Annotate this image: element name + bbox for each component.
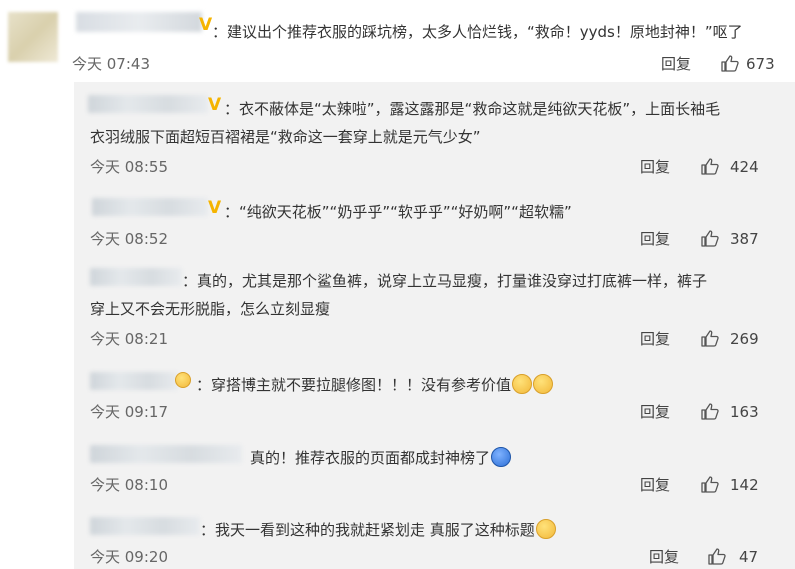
reply-button[interactable]: 回复 (640, 229, 670, 249)
reply-time: 今天 08:10 (90, 476, 168, 494)
username-blurred[interactable] (88, 95, 208, 113)
emoji-icon (512, 374, 533, 394)
reply-text: ：穿搭博主就不要拉腿修图！！！没有参考价值 (196, 376, 512, 394)
comment-time: 今天 07:43 (72, 55, 150, 73)
avatar[interactable] (8, 12, 58, 62)
reply-button[interactable]: 回复 (640, 157, 670, 177)
username-blurred[interactable] (90, 517, 200, 535)
reply-button[interactable]: 回复 (640, 402, 670, 422)
like-count: 269 (730, 330, 759, 348)
emoji-icon (175, 372, 191, 388)
username-blurred[interactable] (92, 198, 208, 216)
reply-text-line2: 衣羽绒服下面超短百褶裙是“救命这一套穿上就是元气少女” (90, 128, 481, 146)
reply-text-line1: ：真的，尤其是那个鲨鱼裤，说穿上立马显瘦，打量谁没穿过打底裤一样，裤子 (182, 272, 708, 290)
like-count: 142 (730, 476, 759, 494)
like-count: 47 (739, 548, 759, 566)
reply-time: 今天 08:21 (90, 330, 168, 348)
reply-text-line2: 穿上又不会无形脱脂，怎么立刻显瘦 (90, 300, 331, 318)
username-blurred[interactable] (90, 372, 178, 390)
like-count: 424 (730, 158, 759, 176)
thumbs-up-icon[interactable] (701, 476, 719, 493)
like-count: 673 (746, 55, 775, 73)
replies-panel: V ：衣不蔽体是“太辣啦”，露这露那是“救命这就是纯欲天花板”，上面长袖毛 衣羽… (74, 82, 795, 569)
reply-time: 今天 09:17 (90, 403, 168, 421)
thumbs-up-icon[interactable] (701, 403, 719, 420)
like-count: 387 (730, 230, 759, 248)
like-count: 163 (730, 403, 759, 421)
thumbs-up-icon[interactable] (701, 230, 719, 247)
reply-button[interactable]: 回复 (640, 475, 670, 495)
username-blurred[interactable] (90, 268, 182, 286)
reply-text-line1: ：“纯欲天花板”“奶乎乎”“软乎乎”“好奶啊”“超软糯” (224, 203, 572, 221)
reply-text: 真的！推荐衣服的页面都成封神榜了 (250, 449, 491, 467)
username-blurred[interactable] (90, 445, 242, 463)
reply-text-line1: ：穿搭博主就不要拉腿修图！！！没有参考价值 (196, 374, 554, 395)
comment-text: ：建议出个推荐衣服的踩坑榜，太多人恰烂钱，“救命！yyds！原地封神！”呕了 (212, 23, 743, 41)
reply-text: ：我天一看到这种的我就赶紧划走 真服了这种标题 (200, 521, 535, 539)
thumbs-up-icon[interactable] (701, 330, 719, 347)
reply-button[interactable]: 回复 (640, 329, 670, 349)
vip-badge-icon: V (199, 15, 213, 35)
vip-badge-icon: V (208, 95, 222, 115)
emoji-icon (533, 374, 554, 394)
vip-badge-icon: V (208, 198, 222, 218)
thumbs-up-icon[interactable] (721, 55, 739, 72)
reply-time: 今天 08:52 (90, 230, 168, 248)
reply-text-line1: ：我天一看到这种的我就赶紧划走 真服了这种标题 (200, 519, 556, 540)
username-blurred[interactable] (76, 12, 202, 32)
emoji-icon (535, 519, 556, 539)
reply-time: 今天 09:20 (90, 548, 168, 566)
reply-button[interactable]: 回复 (649, 547, 679, 567)
reply-text-line1: 真的！推荐衣服的页面都成封神榜了 (250, 447, 512, 468)
thumbs-up-icon[interactable] (701, 158, 719, 175)
emoji-icon (491, 447, 512, 467)
thumbs-up-icon[interactable] (708, 548, 726, 565)
reply-text-line1: ：衣不蔽体是“太辣啦”，露这露那是“救命这就是纯欲天花板”，上面长袖毛 (224, 100, 721, 118)
reply-time: 今天 08:55 (90, 158, 168, 176)
reply-button[interactable]: 回复 (661, 54, 691, 74)
top-comment: V ：建议出个推荐衣服的踩坑榜，太多人恰烂钱，“救命！yyds！原地封神！”呕了… (0, 0, 795, 82)
